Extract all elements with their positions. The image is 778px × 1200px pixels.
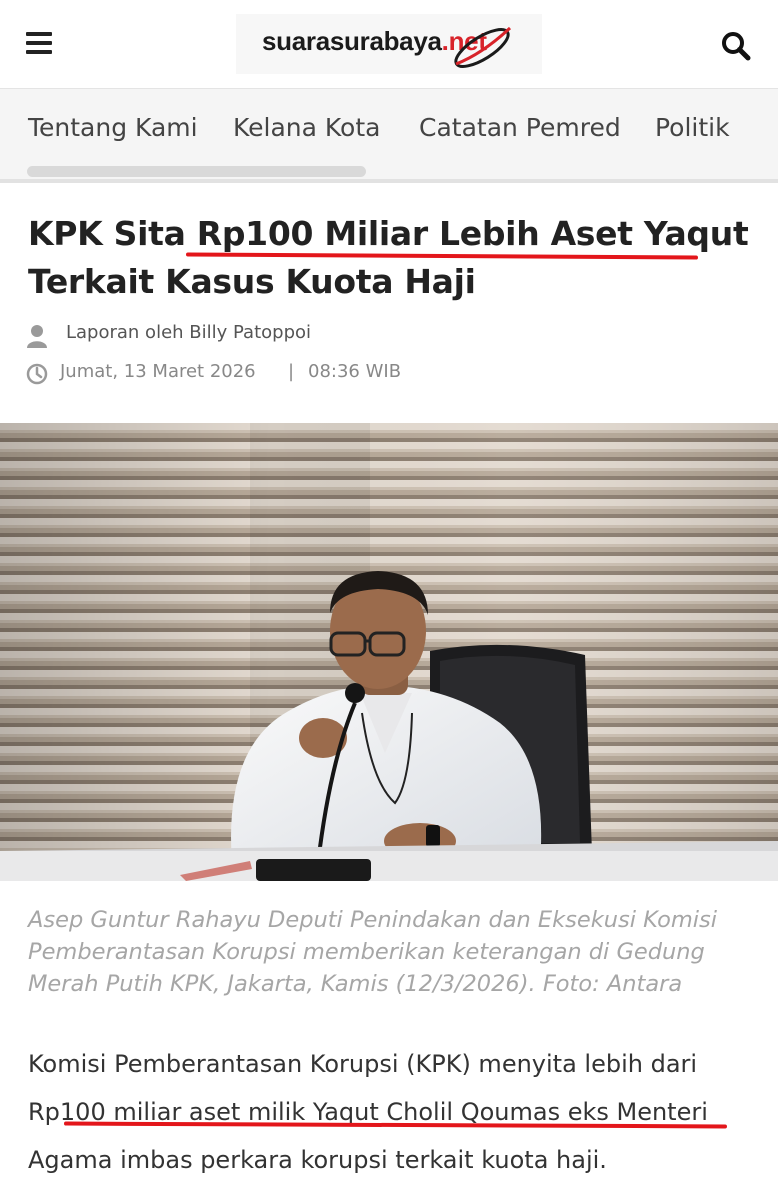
article-body-paragraph: Komisi Pemberantasan Korupsi (KPK) menyi… bbox=[28, 1050, 708, 1174]
article-date: Jumat, 13 Maret 2026 bbox=[60, 361, 256, 382]
nav-item-tentang-kami[interactable]: Tentang Kami bbox=[28, 113, 198, 142]
search-icon[interactable] bbox=[720, 30, 752, 62]
site-header: suarasurabaya.net bbox=[0, 0, 778, 89]
hamburger-menu-icon[interactable] bbox=[26, 32, 52, 54]
user-icon bbox=[27, 325, 47, 348]
logo-swoosh-icon bbox=[454, 26, 512, 68]
photo-caption: Asep Guntur Rahayu Deputi Penindakan dan… bbox=[28, 907, 718, 997]
article-time: 08:36 WIB bbox=[308, 361, 402, 382]
nav-item-politik[interactable]: Politik bbox=[655, 113, 730, 142]
nav-item-kelana-kota[interactable]: Kelana Kota bbox=[233, 113, 380, 142]
author-name: Laporan oleh Billy Patoppoi bbox=[66, 322, 312, 343]
site-logo[interactable]: suarasurabaya.net bbox=[236, 14, 542, 74]
title-highlight: Rp100 Miliar Lebih Aset Yaqut bbox=[196, 214, 749, 253]
meta-separator: | bbox=[288, 361, 295, 382]
clock-icon bbox=[26, 363, 48, 385]
nav-scrollbar[interactable] bbox=[27, 166, 366, 177]
article-hero-photo bbox=[0, 423, 778, 881]
press-conference-photo bbox=[0, 423, 778, 881]
nav-item-catatan-pemred[interactable]: Catatan Pemred bbox=[419, 113, 621, 142]
